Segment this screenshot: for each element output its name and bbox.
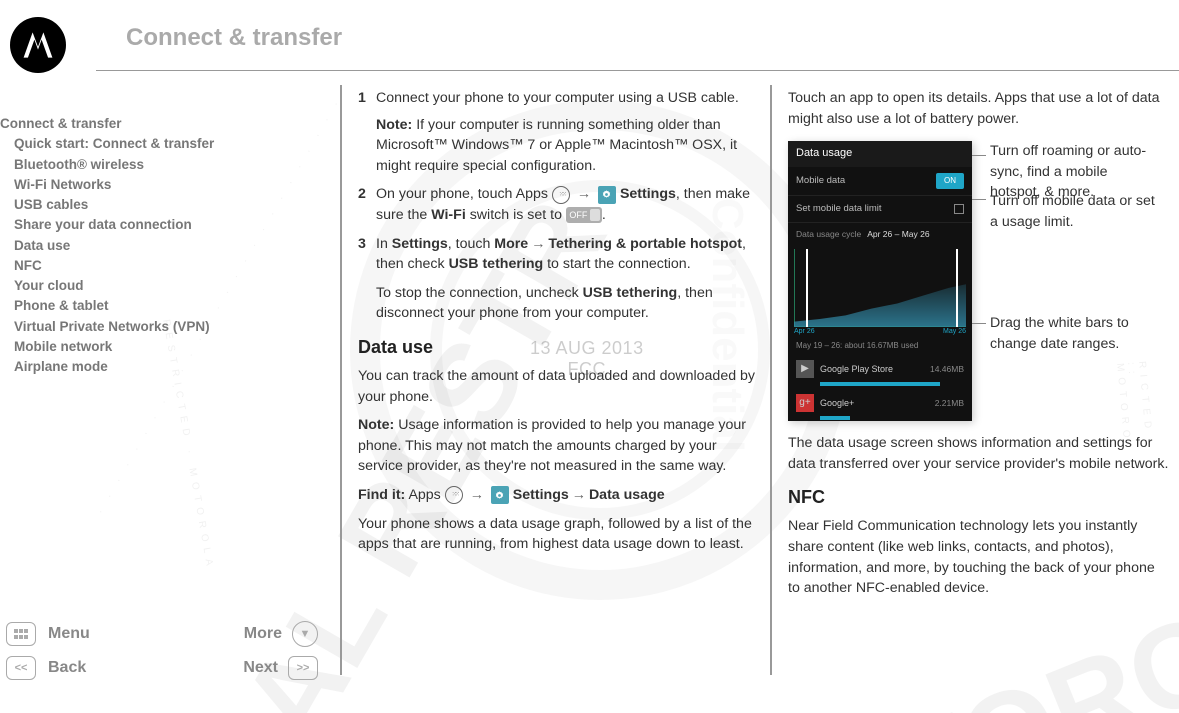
range-bar-right [956, 249, 958, 327]
back-icon[interactable]: << [6, 656, 36, 680]
arrow-icon: → [470, 485, 484, 506]
mobile-data-label: Mobile data [796, 174, 845, 188]
callout-line [972, 199, 986, 200]
sidebar-item-connect[interactable]: Connect & transfer [0, 114, 318, 134]
page-nav: Menu More ▼ << Back Next >> [6, 617, 318, 685]
column-divider [340, 85, 342, 675]
data-limit-checkbox [954, 204, 964, 214]
next-button[interactable]: Next [243, 659, 288, 677]
callout-line [972, 323, 986, 324]
sidebar-item[interactable]: Bluetooth® wireless [0, 155, 318, 175]
step-1: 1 Connect your phone to your computer us… [358, 88, 758, 176]
sidebar-item[interactable]: Your cloud [0, 276, 318, 296]
app-row: g+ Google+2.21MB [788, 390, 972, 416]
body-text: Note: Usage information is provided to h… [358, 415, 758, 477]
nfc-heading: NFC [788, 484, 1170, 510]
page-title: Connect & transfer [126, 24, 342, 52]
sidebar-item[interactable]: Wi-Fi Networks [0, 175, 318, 195]
body-text: Touch an app to open its details. Apps t… [788, 88, 1170, 129]
cycle-value: Apr 26 – May 26 [867, 228, 929, 240]
step-3: 3 In Settings, touch More→Tethering & po… [358, 234, 758, 324]
sidebar-item[interactable]: Share your data connection [0, 215, 318, 235]
data-limit-label: Set mobile data limit [796, 202, 882, 216]
data-use-heading: Data use [358, 334, 758, 360]
body-text: Near Field Communication technology lets… [788, 516, 1170, 598]
more-button[interactable]: More [244, 625, 292, 643]
axis-label: Apr 26 [794, 327, 815, 337]
back-button[interactable]: Back [36, 659, 156, 677]
find-it-line: Find it: Apps ⁙⁙ → Settings→Data usage [358, 485, 758, 506]
column-divider [770, 85, 772, 675]
sidebar-item[interactable]: Virtual Private Networks (VPN) [0, 317, 318, 337]
body-text: You can track the amount of data uploade… [358, 366, 758, 407]
body-text: The data usage screen shows information … [788, 433, 1170, 474]
sidebar: Connect & transfer Quick start: Connect … [0, 114, 318, 377]
usage-chart: Apr 26 May 26 [790, 245, 970, 337]
content-column-2: Touch an app to open its details. Apps t… [788, 88, 1170, 607]
step-2: 2 On your phone, touch Apps ⁙⁙ → Setting… [358, 184, 758, 225]
callout-line [972, 155, 986, 156]
settings-icon [491, 486, 509, 504]
sidebar-item[interactable]: Mobile network [0, 337, 318, 357]
data-usage-screenshot: Data usage Mobile data ON Set mobile dat… [788, 141, 972, 421]
arrow-icon: → [577, 184, 591, 205]
sidebar-item[interactable]: Quick start: Connect & transfer [0, 134, 318, 154]
sidebar-item[interactable]: NFC [0, 256, 318, 276]
body-text: Your phone shows a data usage graph, fol… [358, 514, 758, 555]
menu-button[interactable]: Menu [36, 625, 156, 643]
cycle-label: Data usage cycle [796, 228, 861, 240]
callout-text: Drag the white bars to change date range… [990, 313, 1160, 354]
content-column-1: 1 Connect your phone to your computer us… [358, 88, 758, 563]
callout-text: Turn off mobile data or set a usage limi… [990, 191, 1160, 232]
axis-label: May 26 [943, 327, 966, 337]
usage-caption: May 19 – 26: about 16.67MB used [788, 337, 972, 357]
google-plus-icon: g+ [796, 394, 814, 412]
sidebar-item[interactable]: Airplane mode [0, 357, 318, 377]
mobile-data-toggle: ON [936, 173, 964, 189]
screen-title: Data usage [796, 146, 852, 162]
settings-icon [598, 186, 616, 204]
next-icon[interactable]: >> [288, 656, 318, 680]
menu-icon[interactable] [6, 622, 36, 646]
more-icon[interactable]: ▼ [292, 621, 318, 647]
apps-icon: ⁙⁙ [552, 186, 570, 204]
wifi-off-toggle: OFF [566, 207, 602, 223]
sidebar-item[interactable]: USB cables [0, 195, 318, 215]
sidebar-item[interactable]: Data use [0, 236, 318, 256]
sidebar-item[interactable]: Phone & tablet [0, 296, 318, 316]
play-store-icon: ▶ [796, 360, 814, 378]
app-row: ▶ Google Play Store14.46MB [788, 356, 972, 382]
header-divider [96, 70, 1179, 71]
range-bar-left [806, 249, 808, 327]
moto-logo [10, 17, 66, 73]
apps-icon: ⁙⁙ [445, 486, 463, 504]
